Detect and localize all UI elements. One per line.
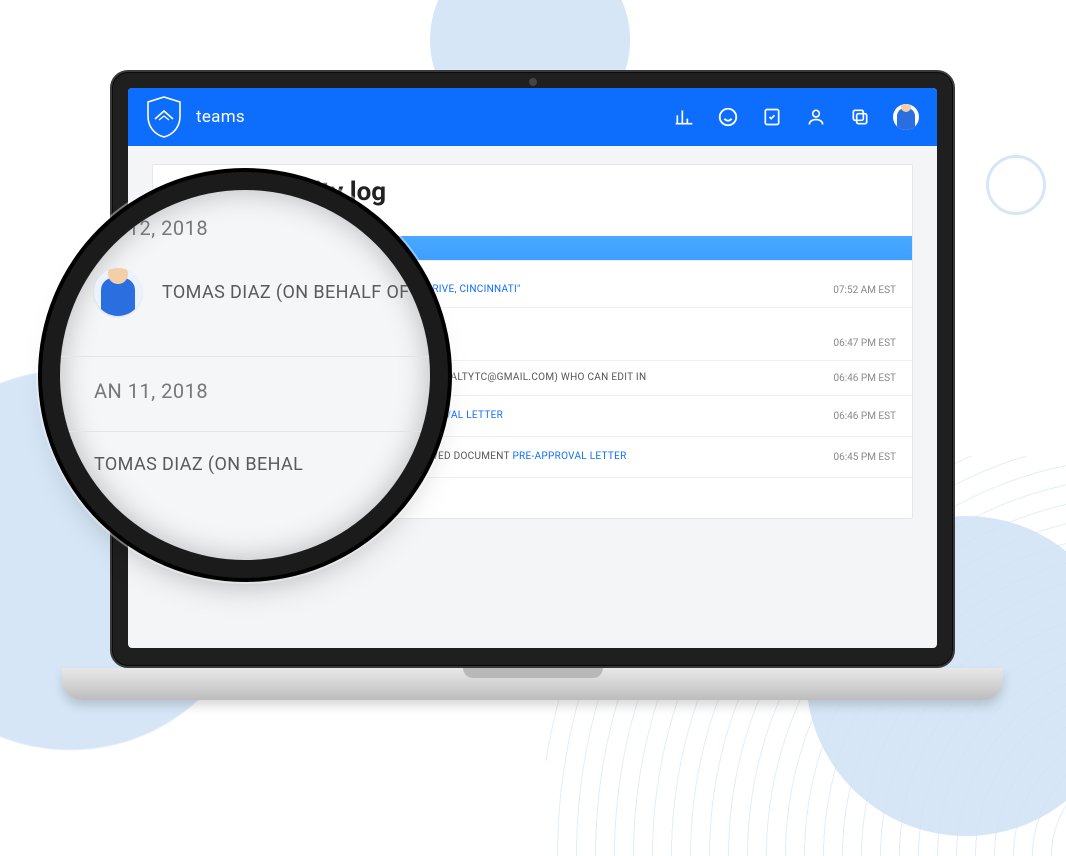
magnifier-row-2: TOMAS DIAZ (ON BEHAL	[94, 454, 430, 475]
magnifier-avatar	[94, 268, 142, 316]
magnifier-lens: AN 12, 2018 TOMAS DIAZ (ON BEHALF OF JAC…	[60, 190, 430, 560]
magnifier-name-2: TOMAS DIAZ (ON BEHAL	[94, 454, 303, 475]
activity-time: 06:45 PM EST	[834, 452, 897, 463]
magnifier-content: AN 12, 2018 TOMAS DIAZ (ON BEHALF OF JAC…	[60, 190, 430, 475]
magnifier-name-1: TOMAS DIAZ (ON BEHALF OF JAC	[162, 282, 430, 303]
laptop-base	[62, 668, 1003, 700]
user-avatar[interactable]	[893, 104, 919, 130]
brand-logo-shield[interactable]	[146, 96, 182, 138]
topbar: teams	[128, 88, 937, 146]
magnifier-date-2: AN 11, 2018	[94, 379, 430, 403]
activity-time: 06:46 PM EST	[834, 373, 897, 384]
activity-link[interactable]: PRE-APPROVAL LETTER	[512, 451, 626, 462]
activity-time: 06:47 PM EST	[834, 338, 897, 349]
person-icon[interactable]	[805, 106, 827, 128]
magnifier-row-1: TOMAS DIAZ (ON BEHALF OF JAC	[94, 268, 430, 316]
bar-chart-icon[interactable]	[673, 106, 695, 128]
activity-time: 06:46 PM EST	[834, 411, 897, 422]
checklist-icon[interactable]	[761, 106, 783, 128]
magnifier-date-1: AN 12, 2018	[94, 216, 430, 240]
copy-icon[interactable]	[849, 106, 871, 128]
bg-ring	[986, 155, 1046, 215]
topbar-actions	[673, 104, 919, 130]
face-icon[interactable]	[717, 106, 739, 128]
activity-time: 07:52 AM EST	[833, 285, 896, 296]
laptop-camera-dot	[529, 78, 537, 86]
magnifier-divider	[60, 431, 430, 432]
magnifier-divider	[60, 356, 430, 357]
brand-name: teams	[196, 107, 245, 127]
